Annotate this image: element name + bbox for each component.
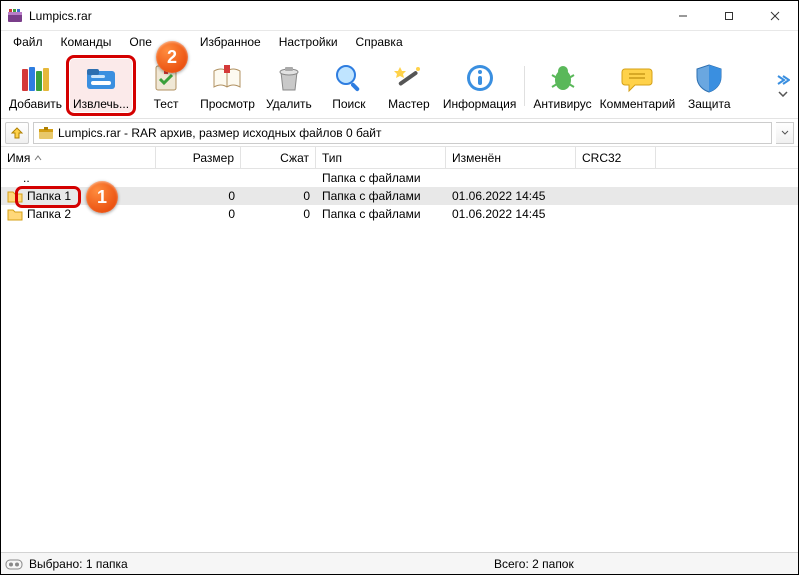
tool-find-label: Поиск — [332, 97, 365, 111]
menu-bar: Файл Команды Опе Избранное Настройки Спр… — [1, 31, 798, 53]
tool-view[interactable]: Просмотр — [196, 58, 259, 113]
menu-favorites[interactable]: Избранное — [192, 33, 269, 51]
tool-add[interactable]: Добавить — [5, 58, 66, 113]
tool-extract[interactable]: Извлечь... — [66, 55, 136, 116]
tool-comment[interactable]: Комментарий — [596, 58, 680, 113]
books-icon — [19, 61, 53, 95]
tool-info[interactable]: Информация — [439, 58, 520, 113]
address-dropdown[interactable] — [776, 122, 794, 144]
tool-delete[interactable]: Удалить — [259, 58, 319, 113]
arrow-up-icon — [10, 126, 24, 140]
annotation-badge-1: 1 — [86, 181, 118, 213]
chevron-down-icon — [781, 130, 789, 135]
col-type[interactable]: Тип — [316, 147, 446, 168]
tool-extract-label: Извлечь... — [73, 97, 129, 111]
col-size[interactable]: Размер — [156, 147, 241, 168]
tool-antivirus-label: Антивирус — [533, 97, 591, 111]
status-icon — [5, 557, 23, 571]
menu-help[interactable]: Справка — [348, 33, 411, 51]
magnifier-icon — [332, 61, 366, 95]
trash-icon — [272, 61, 306, 95]
title-bar: Lumpics.rar — [1, 1, 798, 31]
toolbar-separator — [524, 66, 525, 106]
tool-delete-label: Удалить — [266, 97, 312, 111]
col-name[interactable]: Имя — [1, 147, 156, 168]
menu-operations[interactable]: Опе — [121, 33, 160, 51]
close-button[interactable] — [752, 1, 798, 30]
menu-file[interactable]: Файл — [5, 33, 51, 51]
tool-add-label: Добавить — [9, 97, 62, 111]
list-item-folder[interactable]: Папка 1 0 0 Папка с файлами 01.06.2022 1… — [1, 187, 798, 205]
folder-icon — [7, 207, 23, 221]
address-text: Lumpics.rar - RAR архив, размер исходных… — [58, 126, 381, 140]
chevron-down-icon — [778, 91, 788, 97]
tool-test-label: Тест — [154, 97, 179, 111]
sort-asc-icon — [34, 154, 42, 162]
tool-protect[interactable]: Защита — [679, 58, 739, 113]
list-item-folder[interactable]: Папка 2 0 0 Папка с файлами 01.06.2022 1… — [1, 205, 798, 223]
shield-icon — [692, 61, 726, 95]
maximize-button[interactable] — [706, 1, 752, 30]
folder-open-icon — [84, 61, 118, 95]
menu-settings[interactable]: Настройки — [271, 33, 346, 51]
speech-bubble-icon — [620, 61, 654, 95]
window-title: Lumpics.rar — [29, 9, 92, 23]
annotation-badge-2: 2 — [156, 41, 188, 73]
wand-icon — [392, 61, 426, 95]
toolbar: Добавить Извлечь... Тест Просмотр Удалит… — [1, 53, 798, 119]
col-modified[interactable]: Изменён — [446, 147, 576, 168]
tool-comment-label: Комментарий — [600, 97, 676, 111]
chevron-right-icon — [776, 75, 790, 85]
column-header-row: Имя Размер Сжат Тип Изменён CRC32 — [1, 147, 798, 169]
tool-wizard[interactable]: Мастер — [379, 58, 439, 113]
address-bar: Lumpics.rar - RAR архив, размер исходных… — [1, 119, 798, 147]
tool-protect-label: Защита — [688, 97, 731, 111]
folder-icon — [7, 189, 23, 203]
address-field[interactable]: Lumpics.rar - RAR архив, размер исходных… — [33, 122, 772, 144]
menu-commands[interactable]: Команды — [53, 33, 120, 51]
app-icon — [7, 8, 23, 24]
tool-info-label: Информация — [443, 97, 516, 111]
col-packed[interactable]: Сжат — [241, 147, 316, 168]
status-bar: Выбрано: 1 папка Всего: 2 папок — [1, 552, 798, 574]
up-button[interactable] — [5, 122, 29, 144]
bug-icon — [546, 61, 580, 95]
list-item-parent[interactable]: .. Папка с файлами — [1, 169, 798, 187]
tool-find[interactable]: Поиск — [319, 58, 379, 113]
status-selected: Выбрано: 1 папка — [29, 557, 128, 571]
tool-view-label: Просмотр — [200, 97, 255, 111]
book-open-icon — [210, 61, 244, 95]
archive-icon — [38, 125, 54, 141]
tool-wizard-label: Мастер — [388, 97, 430, 111]
tool-antivirus[interactable]: Антивирус — [529, 58, 595, 113]
info-icon — [463, 61, 497, 95]
toolbar-overflow[interactable] — [774, 75, 794, 97]
col-crc[interactable]: CRC32 — [576, 147, 656, 168]
file-list: .. Папка с файлами Папка 1 0 0 Папка с ф… — [1, 169, 798, 552]
status-total: Всего: 2 папок — [494, 557, 794, 571]
minimize-button[interactable] — [660, 1, 706, 30]
